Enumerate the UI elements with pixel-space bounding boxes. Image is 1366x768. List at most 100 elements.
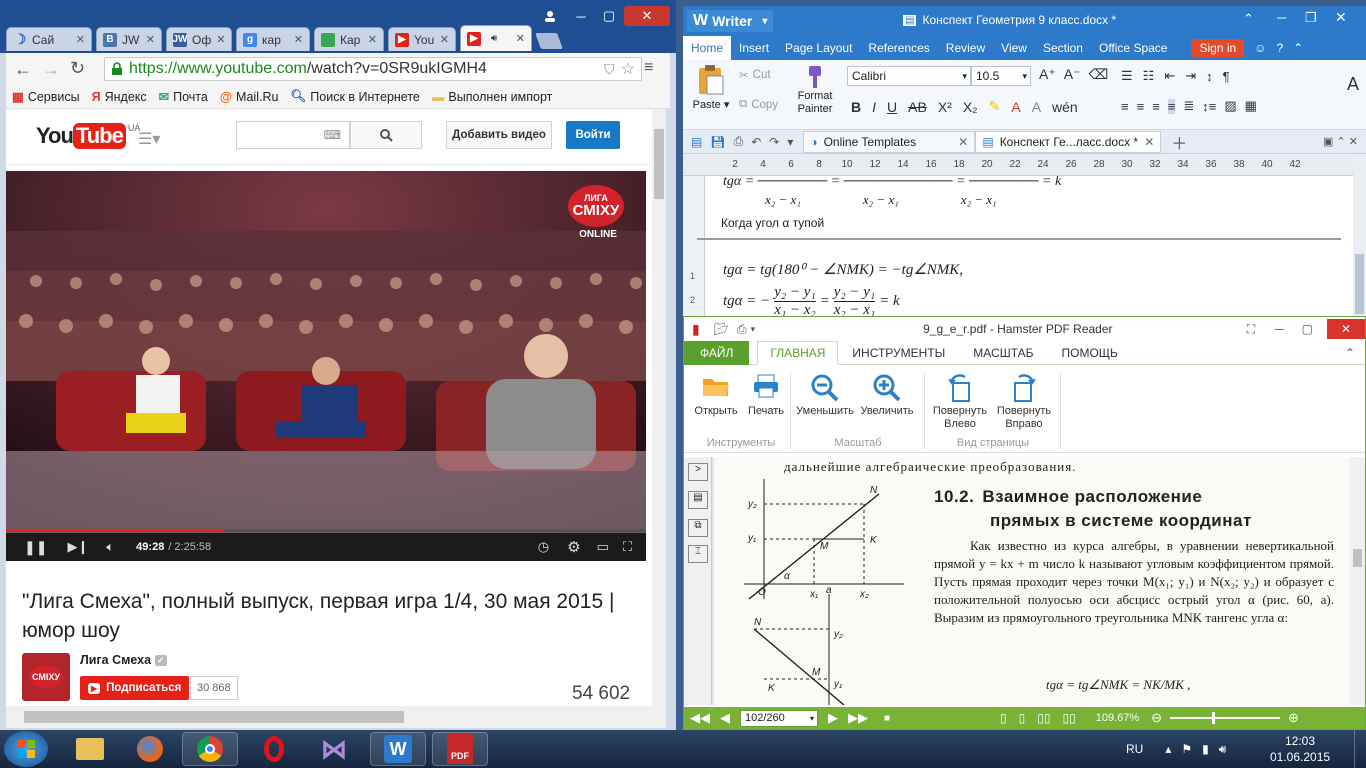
- minimize-button[interactable]: ─: [568, 6, 594, 26]
- indent-left-icon[interactable]: ⇤: [1164, 68, 1175, 84]
- help-icon[interactable]: ?: [1276, 41, 1283, 55]
- youtube-logo[interactable]: You Tube UA: [36, 123, 140, 149]
- new-tab-button[interactable]: [535, 33, 563, 49]
- tab-file[interactable]: ФАЙЛ: [684, 340, 750, 365]
- pdf-scrollbar[interactable]: [1350, 457, 1365, 705]
- stop-icon[interactable]: ■: [884, 713, 890, 724]
- progress-track[interactable]: [6, 529, 646, 532]
- line-spacing-icon[interactable]: ↕≡: [1202, 99, 1216, 114]
- menu-item[interactable]: Section: [1035, 36, 1091, 60]
- zoom-in-button[interactable]: Увеличить: [856, 373, 918, 418]
- next-icon[interactable]: ▶❙: [67, 539, 88, 555]
- vertical-scrollbar[interactable]: [652, 109, 666, 706]
- minimize-button[interactable]: ─: [1277, 10, 1286, 25]
- subscribe-button[interactable]: ▶ Подписаться: [80, 676, 190, 700]
- shrink-font-icon[interactable]: A⁻: [1064, 66, 1081, 83]
- cut-button[interactable]: ✂ Cut: [739, 68, 771, 82]
- font-color-icon[interactable]: A: [1011, 99, 1020, 115]
- fullscreen-icon[interactable]: ⛶: [623, 539, 632, 555]
- justify-icon[interactable]: ≡: [1167, 98, 1176, 114]
- bookmarks-icon[interactable]: ⧉: [688, 519, 708, 537]
- folder-open-button[interactable]: Открыть: [692, 373, 740, 418]
- horizontal-scrollbar[interactable]: [6, 706, 666, 728]
- highlight-icon[interactable]: ✎: [989, 98, 1001, 115]
- font-name-select[interactable]: Calibri ▾: [847, 66, 971, 86]
- bookmark-item[interactable]: Я Яндекс: [92, 90, 147, 104]
- close-tab-icon[interactable]: ✕: [368, 33, 377, 46]
- writer-taskbar-button[interactable]: W: [370, 732, 426, 766]
- single-page-icon[interactable]: ▯: [1000, 711, 1007, 725]
- phonetic-icon[interactable]: wén: [1052, 99, 1078, 115]
- chrome-tab[interactable]: Кар ✕: [314, 27, 384, 51]
- pdf-view[interactable]: > ▤ ⧉ ⌶ дальнейшие алгебраические преобр…: [684, 457, 1365, 705]
- scrollbar-thumb[interactable]: [1353, 549, 1362, 567]
- new-doc-icon[interactable]: ▤: [691, 135, 702, 149]
- address-bar[interactable]: https://www.youtube.com/watch?v=0SR9ukIG…: [104, 57, 642, 81]
- chrome-tab[interactable]: g кар ✕: [236, 27, 310, 51]
- redo-icon[interactable]: ↷: [769, 135, 779, 149]
- copy-button[interactable]: ⧉ Copy: [739, 98, 778, 111]
- bookmark-item[interactable]: ▦ Сервисы: [12, 89, 80, 105]
- bookmark-item[interactable]: 🔍︎ Поиск в Интернете: [290, 89, 419, 104]
- numbering-icon[interactable]: ☷: [1143, 68, 1155, 84]
- tab-tools[interactable]: ИНСТРУМЕНТЫ: [838, 346, 959, 360]
- two-page-icon[interactable]: ▯▯: [1037, 711, 1050, 725]
- grow-font-icon[interactable]: A⁺: [1039, 66, 1056, 83]
- distributed-icon[interactable]: ≣: [1183, 98, 1194, 114]
- bullets-icon[interactable]: ☰: [1121, 68, 1133, 84]
- zoom-out-button[interactable]: Уменьшить: [794, 373, 856, 418]
- maximize-button[interactable]: ▢: [596, 6, 622, 26]
- undo-icon[interactable]: ↶: [751, 135, 761, 149]
- page-input[interactable]: 102/260 ▾: [740, 709, 818, 727]
- flag-icon[interactable]: ⚑: [1181, 742, 1192, 756]
- chevron-down-icon[interactable]: ▾: [751, 324, 756, 335]
- scrollbar-thumb[interactable]: [1355, 254, 1364, 314]
- chrome-tab[interactable]: JW Оф ✕: [166, 27, 232, 51]
- rotate-right-button[interactable]: Повернуть Вправо: [994, 373, 1054, 431]
- close-button[interactable]: ✕: [1335, 9, 1347, 26]
- shading-icon[interactable]: ▨: [1224, 98, 1236, 114]
- open-quick-icon[interactable]: 📂︎: [714, 322, 729, 336]
- close-button[interactable]: ✕: [624, 6, 670, 26]
- print-quick-icon[interactable]: ⎙: [737, 322, 747, 337]
- strike-icon[interactable]: AB: [908, 99, 927, 115]
- new-tab-icon[interactable]: ＋: [1171, 130, 1187, 154]
- superscript-icon[interactable]: X²: [938, 99, 952, 115]
- maximize-button[interactable]: ❐: [1305, 10, 1317, 26]
- align-center-icon[interactable]: ≡: [1137, 99, 1145, 114]
- paste-button[interactable]: Paste ▾: [689, 64, 733, 111]
- save-icon[interactable]: 💾︎: [710, 135, 725, 149]
- star-icon[interactable]: ☆: [621, 59, 635, 79]
- char-shading-icon[interactable]: A: [1032, 99, 1041, 115]
- forward-icon[interactable]: →: [42, 59, 60, 80]
- window-controls-icon[interactable]: ▣ ⌃ ✕: [1323, 135, 1358, 148]
- search-button[interactable]: [350, 121, 422, 149]
- tab-document[interactable]: ▤ Конспект Ге...ласс.docx * ✕: [975, 130, 1162, 153]
- format-painter-button[interactable]: Format Painter: [791, 64, 839, 116]
- reload-icon[interactable]: ↻: [70, 58, 85, 79]
- continuous-icon[interactable]: ▯: [1019, 711, 1026, 725]
- login-button[interactable]: Войти: [566, 121, 620, 149]
- close-tab-icon[interactable]: ✕: [146, 33, 155, 46]
- print-icon[interactable]: ⎙: [734, 134, 744, 149]
- indent-right-icon[interactable]: ⇥: [1185, 68, 1196, 84]
- writer-app-menu[interactable]: W Writer ▾: [687, 10, 774, 32]
- clock[interactable]: 12:03 01.06.2015: [1270, 733, 1330, 765]
- rotate-left-button[interactable]: Повернуть Влево: [930, 373, 990, 431]
- font-size-select[interactable]: 10.5 ▾: [971, 66, 1031, 86]
- bookmark-item[interactable]: @ Mail.Ru: [220, 90, 279, 104]
- vs-taskbar-button[interactable]: ⋈: [306, 732, 362, 766]
- styles-icon[interactable]: A: [1347, 74, 1359, 95]
- guide-menu-icon[interactable]: ☰▾: [138, 129, 160, 149]
- explorer-taskbar-button[interactable]: [62, 732, 118, 766]
- bold-icon[interactable]: B: [851, 99, 861, 115]
- writer-scrollbar[interactable]: [1353, 154, 1366, 316]
- chrome-taskbar-button[interactable]: [182, 732, 238, 766]
- profile-icon[interactable]: [536, 6, 564, 26]
- zoom-in-icon[interactable]: ⊕: [1288, 710, 1299, 726]
- clear-format-icon[interactable]: ⌫: [1088, 66, 1108, 83]
- zoom-slider[interactable]: [1170, 712, 1281, 724]
- skin-icon[interactable]: ☺: [1254, 41, 1266, 55]
- menu-item[interactable]: Page Layout: [777, 36, 860, 60]
- collapse-ribbon-icon[interactable]: ⌃: [1345, 346, 1355, 360]
